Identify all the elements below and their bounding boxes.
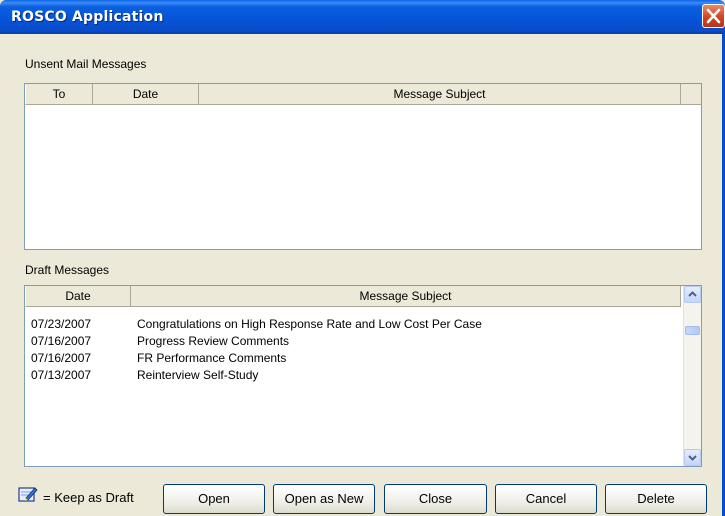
draft-row[interactable]: 07/23/2007 Congratulations on High Respo… [25,316,675,333]
draft-row[interactable]: 07/13/2007 Reinterview Self-Study [25,367,675,384]
column-header-message-subject[interactable]: Message Subject [131,286,681,307]
draft-subject: Congratulations on High Response Rate an… [137,317,482,331]
unsent-messages-list[interactable]: To Date Message Subject [24,83,702,250]
column-header-spacer [681,84,701,105]
draft-messages-list[interactable]: Date Message Subject 07/23/2007 Congratu… [24,285,702,467]
keep-as-draft-legend: = Keep as Draft [43,490,134,505]
delete-button[interactable]: Delete [605,484,707,514]
cancel-button[interactable]: Cancel [495,484,597,514]
draft-pencil-icon [18,487,38,502]
draft-row[interactable]: 07/16/2007 Progress Review Comments [25,333,675,350]
chevron-down-icon [688,455,697,461]
column-header-to[interactable]: To [25,84,93,105]
draft-date: 07/16/2007 [31,351,92,365]
draft-date: 07/23/2007 [31,317,92,331]
chevron-up-icon [688,291,697,297]
open-as-new-button[interactable]: Open as New [273,484,375,514]
draft-row[interactable]: 07/16/2007 FR Performance Comments [25,350,675,367]
scroll-thumb[interactable] [685,326,700,335]
open-button[interactable]: Open [163,484,265,514]
close-button[interactable]: Close [384,484,487,514]
unsent-messages-label: Unsent Mail Messages [25,57,147,71]
window-title: ROSCO Application [11,9,164,25]
draft-messages-label: Draft Messages [25,263,110,277]
column-header-date[interactable]: Date [93,84,199,105]
draft-date: 07/13/2007 [31,368,92,382]
draft-date: 07/16/2007 [31,334,92,348]
vertical-scrollbar[interactable] [683,286,701,466]
scroll-down-button[interactable] [684,449,701,466]
close-icon [706,8,721,24]
draft-subject: Progress Review Comments [137,334,290,348]
scroll-up-button[interactable] [684,286,701,303]
title-bar: ROSCO Application [0,0,725,34]
draft-subject: Reinterview Self-Study [137,368,259,382]
close-window-button[interactable] [702,4,725,28]
draft-subject: FR Performance Comments [137,351,287,365]
column-header-message-subject[interactable]: Message Subject [199,84,681,105]
column-header-date[interactable]: Date [25,286,131,307]
